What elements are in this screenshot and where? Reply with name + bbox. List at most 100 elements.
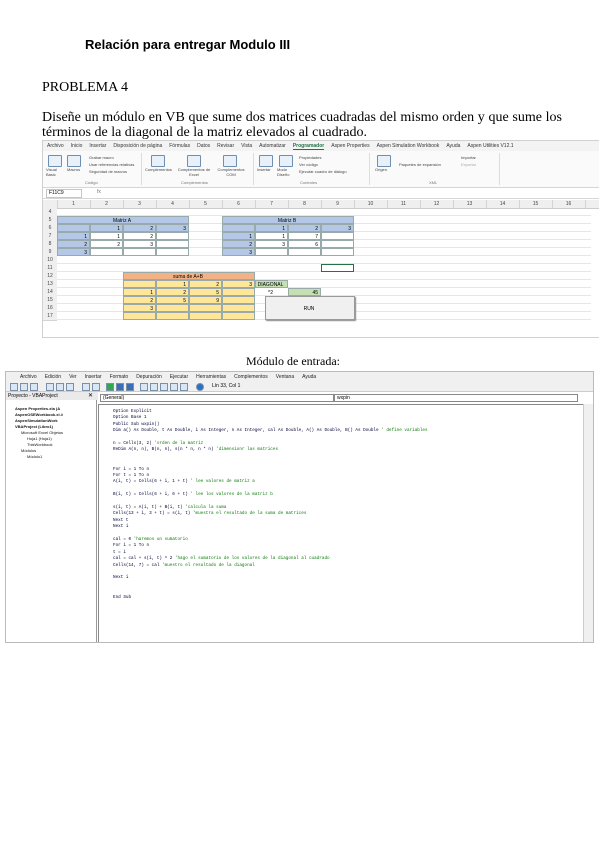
matriz-b-cell[interactable]: 1	[222, 232, 255, 240]
tree-item[interactable]: AspenOSEWorkbook.xl.#	[15, 412, 63, 417]
column-header[interactable]: 2	[90, 200, 124, 208]
complementos-label[interactable]: Complementos	[145, 167, 172, 172]
matriz-a-cell[interactable]: 3	[57, 248, 90, 256]
column-header[interactable]: 6	[222, 200, 256, 208]
matriz-b-cell[interactable]: 3	[255, 240, 288, 248]
matriz-b-cell[interactable]: 2	[222, 240, 255, 248]
tree-item[interactable]: Microsoft Excel Objetos	[21, 430, 63, 435]
suma-cell[interactable]: 1	[123, 288, 156, 296]
matriz-a-cell[interactable]: 2	[123, 232, 156, 240]
tree-item[interactable]: ThisWorkbook	[27, 442, 53, 447]
matriz-b-cell[interactable]: 2	[288, 224, 321, 232]
vba-menu-item[interactable]: Depuración	[136, 374, 162, 380]
suma-cell[interactable]: 2	[123, 296, 156, 304]
object-combo[interactable]: (General)	[100, 394, 334, 402]
matriz-a-cell[interactable]: 1	[90, 224, 123, 232]
insertar-control-icon[interactable]	[259, 155, 273, 167]
code-line[interactable]: Next i	[113, 524, 128, 529]
matriz-b-cell[interactable]	[222, 224, 255, 232]
design-mode-icon[interactable]	[140, 383, 148, 391]
modo-diseno-icon[interactable]	[279, 155, 293, 167]
undo-icon[interactable]	[82, 383, 90, 391]
suma-cell[interactable]	[189, 312, 222, 320]
run-button[interactable]: RUN	[265, 296, 355, 320]
matriz-b-cell[interactable]	[321, 232, 354, 240]
vba-menu-item[interactable]: Ventana	[276, 374, 294, 380]
matriz-a-cell[interactable]	[156, 232, 189, 240]
origen-label[interactable]: Origen	[375, 167, 387, 172]
visual-basic-icon[interactable]	[48, 155, 62, 167]
code-line[interactable]: s(i, t) = A(i, t) + B(i, t) 'calcula la …	[113, 505, 226, 510]
complementos-icon[interactable]	[151, 155, 165, 167]
tree-item[interactable]: AspenSimulationWork	[15, 418, 58, 423]
code-line[interactable]: Cells(13 + i, 3 + t) = s(i, t) 'muestra …	[113, 511, 306, 516]
help-icon[interactable]	[196, 383, 204, 391]
project-explorer-icon[interactable]	[150, 383, 158, 391]
exportar-button[interactable]: Exportar	[461, 162, 476, 167]
tree-item[interactable]: VBAProject (Libro1)	[15, 424, 53, 429]
vba-menu-item[interactable]: Insertar	[85, 374, 102, 380]
code-line[interactable]: t = i	[113, 550, 126, 555]
code-line[interactable]: cal = 0 'haremos un sumatorio	[113, 537, 188, 542]
row-header[interactable]: 17	[43, 312, 57, 321]
suma-cell[interactable]: 3	[123, 304, 156, 312]
excel-view-icon[interactable]	[10, 383, 18, 391]
ribbon-tab[interactable]: Archivo	[47, 143, 64, 149]
matriz-b-cell[interactable]: 7	[288, 232, 321, 240]
matriz-b-cell[interactable]	[288, 248, 321, 256]
ribbon-tab[interactable]: Disposición de página	[113, 143, 162, 149]
code-line[interactable]: End Sub	[113, 595, 131, 600]
usar-referencias-button[interactable]: Usar referencias relativas	[89, 162, 134, 167]
procedure-combo[interactable]: wxpin	[334, 394, 578, 402]
ribbon-tab[interactable]: Automatizar	[259, 143, 286, 149]
matriz-a-cell[interactable]: 1	[57, 232, 90, 240]
toolbox-icon[interactable]	[180, 383, 188, 391]
ribbon-tab[interactable]: Aspen Simulation Workbook	[377, 143, 440, 149]
matriz-a-cell[interactable]: 2	[90, 240, 123, 248]
vertical-scrollbar[interactable]	[583, 404, 593, 642]
matriz-a-cell[interactable]: 3	[123, 240, 156, 248]
column-header[interactable]: 1	[57, 200, 91, 208]
matriz-a-cell[interactable]: 3	[156, 224, 189, 232]
grabar-macro-button[interactable]: Grabar macro	[89, 155, 114, 160]
corner-cell[interactable]	[43, 200, 58, 208]
tree-item[interactable]: Aspen Properties.xla (A	[15, 406, 60, 411]
matriz-a-cell[interactable]: 2	[123, 224, 156, 232]
matriz-a-cell[interactable]	[156, 240, 189, 248]
column-header[interactable]: 5	[189, 200, 223, 208]
vba-menu-item[interactable]: Ayuda	[302, 374, 316, 380]
name-box[interactable]: F11C9	[46, 189, 82, 198]
ribbon-tab[interactable]: Ayuda	[446, 143, 460, 149]
selected-cell[interactable]	[321, 264, 354, 272]
insert-module-icon[interactable]	[20, 383, 28, 391]
matriz-b-cell[interactable]: 3	[222, 248, 255, 256]
column-header[interactable]: 3	[123, 200, 157, 208]
column-header[interactable]: 9	[321, 200, 355, 208]
column-header[interactable]: 15	[519, 200, 553, 208]
suma-header-cell[interactable]: 3	[222, 280, 255, 288]
macros-icon[interactable]	[67, 155, 81, 167]
suma-cell[interactable]	[189, 304, 222, 312]
vba-menu-item[interactable]: Ejecutar	[170, 374, 188, 380]
visual-basic-label[interactable]: Visual Basic	[46, 167, 64, 177]
code-line[interactable]: Next i	[113, 575, 128, 580]
code-line[interactable]: For i = 1 To n	[113, 467, 149, 472]
ribbon-tab[interactable]: Fórmulas	[169, 143, 190, 149]
matriz-b-cell[interactable]: 1	[255, 232, 288, 240]
code-line[interactable]: cal = cal + s(i, t) ^ 2 'hago el sumator…	[113, 556, 330, 561]
propiedades-button[interactable]: Propiedades	[299, 155, 321, 160]
complementos-com-icon[interactable]	[223, 155, 237, 167]
suma-cell[interactable]: 2	[156, 288, 189, 296]
column-header[interactable]: 10	[354, 200, 388, 208]
tree-item[interactable]: Hoja1 (Hoja1)	[27, 436, 52, 441]
column-header[interactable]: 11	[387, 200, 421, 208]
suma-cell[interactable]	[222, 288, 255, 296]
matriz-b-cell[interactable]: 1	[255, 224, 288, 232]
code-line[interactable]: For t = 1 To n	[113, 473, 149, 478]
paste-icon[interactable]	[66, 383, 74, 391]
matriz-b-cell[interactable]	[321, 248, 354, 256]
code-line[interactable]: Option Explicit	[113, 409, 152, 414]
seguridad-macros-button[interactable]: Seguridad de macros	[89, 169, 127, 174]
column-header[interactable]: 16	[552, 200, 586, 208]
matriz-b-cell[interactable]	[321, 240, 354, 248]
